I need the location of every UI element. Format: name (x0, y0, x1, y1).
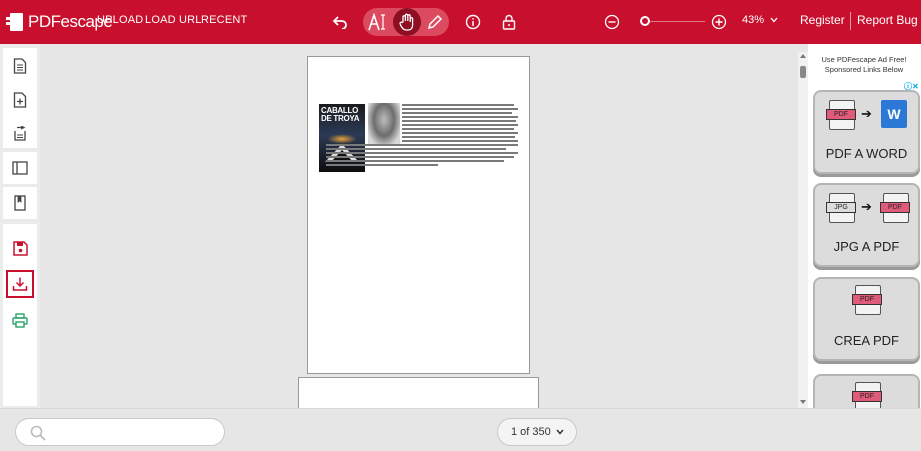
move-page-icon[interactable] (6, 120, 34, 148)
pdf-page-2[interactable] (298, 377, 539, 408)
scroll-up-icon[interactable] (800, 54, 806, 58)
pdf-file-icon: PDF (852, 382, 882, 408)
chevron-down-icon (556, 429, 564, 435)
zoom-slider-track[interactable] (645, 21, 705, 22)
pdf-file-icon: PDF (880, 193, 910, 223)
register-link[interactable]: Register (800, 13, 845, 27)
sidebar-toggle-icon[interactable] (6, 154, 34, 182)
ad-card-label: PDF A WORD (825, 146, 908, 161)
ad-card-jpg-to-pdf[interactable]: JPG ➔ PDF JPG A PDF (813, 183, 920, 267)
top-toolbar: PDFescape UPLOAD LOAD URL RECENT 43% Reg… (0, 0, 921, 44)
ad-header-text[interactable]: Use PDFescape Ad Free! Sponsored Links B… (814, 55, 914, 75)
ad-card-label: CREA PDF (833, 333, 899, 348)
document-icon[interactable] (6, 52, 34, 80)
undo-icon[interactable] (330, 12, 350, 32)
ad-card-label: JPG A PDF (833, 239, 900, 254)
ad-card-more[interactable]: PDF (813, 374, 920, 408)
search-box[interactable] (15, 418, 225, 446)
ad-panel: Use PDFescape Ad Free! Sponsored Links B… (808, 44, 921, 408)
print-icon[interactable] (6, 306, 34, 334)
left-sidebar (0, 44, 40, 408)
save-icon[interactable] (6, 234, 34, 262)
zoom-out-icon[interactable] (602, 12, 622, 32)
arrow-right-icon: ➔ (861, 199, 872, 214)
info-icon[interactable] (463, 12, 483, 32)
zoom-slider-handle[interactable] (640, 16, 650, 26)
zoom-level-value: 43% (742, 14, 765, 26)
arrow-right-icon: ➔ (861, 106, 872, 121)
pdf-file-icon: PDF (826, 100, 856, 130)
hand-tool-icon[interactable] (396, 11, 418, 33)
upload-link[interactable]: UPLOAD (97, 14, 143, 26)
lock-icon[interactable] (500, 12, 518, 32)
pdf-file-icon: PDF (852, 285, 882, 315)
text-tool-icon[interactable] (367, 11, 389, 33)
header-divider (850, 12, 851, 30)
document-scrollbar[interactable] (798, 52, 808, 408)
ad-card-create-pdf[interactable]: PDF CREA PDF (813, 277, 920, 361)
author-portrait-image (368, 103, 400, 145)
scroll-down-icon[interactable] (800, 400, 806, 404)
document-viewer[interactable]: CABALLO DE TROYA (40, 44, 798, 408)
download-icon[interactable] (6, 270, 34, 298)
pdf-page-1[interactable]: CABALLO DE TROYA (307, 56, 530, 374)
pencil-icon[interactable] (424, 11, 446, 33)
zoom-in-icon[interactable] (709, 12, 729, 32)
book-title-line2: DE TROYA (321, 114, 360, 123)
word-file-icon: W (881, 100, 907, 128)
recent-link[interactable]: RECENT (201, 14, 247, 26)
scrollbar-thumb[interactable] (800, 66, 806, 78)
page-selector[interactable]: 1 of 350 (497, 418, 577, 446)
chevron-down-icon (770, 17, 778, 23)
search-icon[interactable] (30, 425, 46, 441)
add-page-icon[interactable] (6, 86, 34, 114)
ad-card-pdf-to-word[interactable]: PDF ➔ W PDF A WORD (813, 90, 920, 174)
bookmark-icon[interactable] (6, 189, 34, 217)
jpg-file-icon: JPG (826, 193, 856, 223)
bottom-bar: 1 of 350 (0, 408, 921, 451)
page-indicator: 1 of 350 (511, 426, 551, 438)
page-text-block (326, 104, 518, 168)
report-bug-link[interactable]: Report Bug (857, 13, 918, 27)
logo-icon (6, 13, 24, 31)
search-input[interactable] (56, 424, 216, 442)
zoom-level-dropdown[interactable]: 43% (742, 14, 778, 26)
load-url-link[interactable]: LOAD URL (145, 14, 202, 26)
